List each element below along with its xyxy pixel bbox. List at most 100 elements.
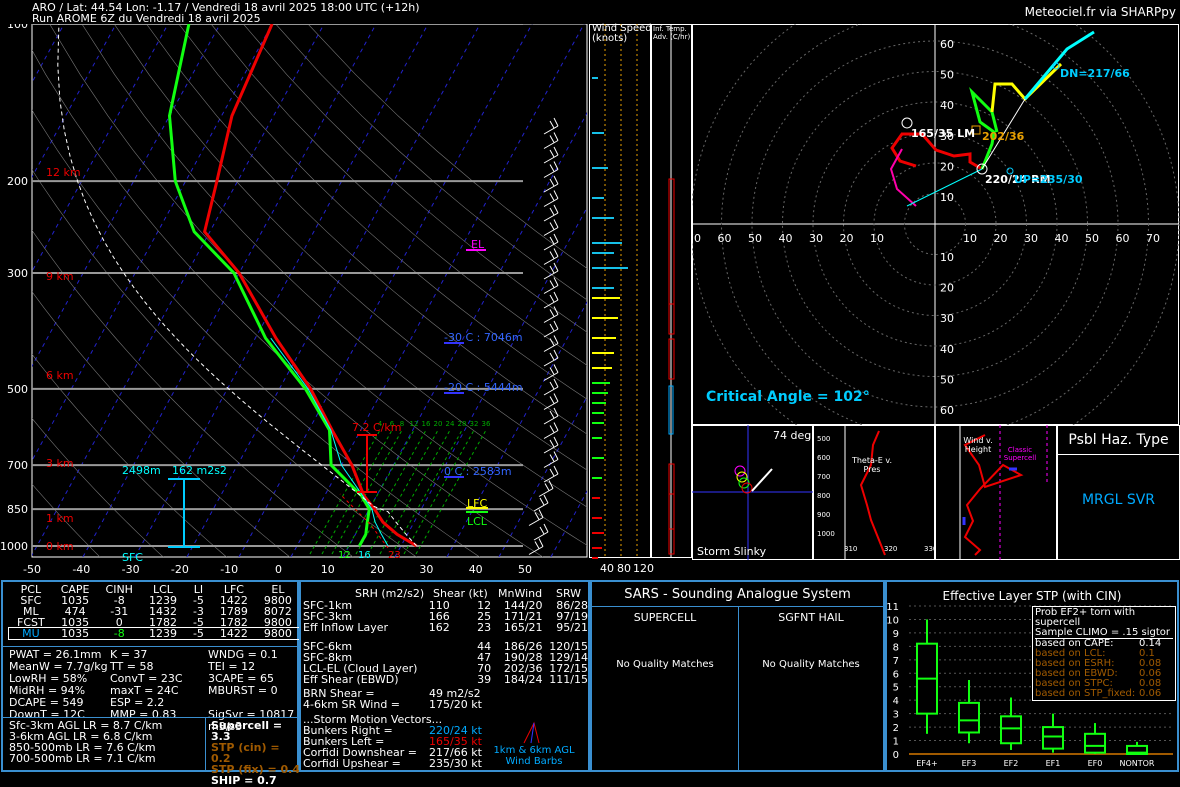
- storm-slinky-panel: [692, 425, 813, 560]
- lapse-row: 700-500mb LR = 7.1 C/km: [9, 752, 156, 765]
- parcel-table: PCL CAPE CINH LCL LI LFC EL SFC 1035 -8 1239 -5 142…: [8, 584, 301, 640]
- theta-x-tick: 310: [844, 545, 858, 553]
- hodo-ring-label: 20: [840, 232, 854, 245]
- pressure-label: 200: [7, 175, 28, 188]
- sfc-label: SFC: [122, 551, 143, 564]
- header-line2: Run AROME 6Z du Vendredi 18 avril 2025: [32, 12, 261, 25]
- hodo-ring-label: 50: [940, 373, 954, 386]
- index-value: MBURST = 0: [208, 684, 278, 697]
- stp-cin: STP (cin) = 0.2: [211, 741, 280, 765]
- hazard-value: MRGL SVR: [1081, 492, 1156, 508]
- stp-box: [1042, 726, 1064, 750]
- ws-tick-40: 40: [600, 562, 614, 575]
- stp-category: NONTOR: [1119, 759, 1154, 768]
- mixing-ratio-label: 12: [410, 420, 419, 428]
- pressure-label: 1000: [0, 540, 28, 553]
- kin-cell: 186/26: [503, 640, 543, 653]
- stp-box: [958, 701, 980, 734]
- temp-tick: -20: [171, 563, 189, 576]
- stp-category: EF2: [1004, 759, 1019, 768]
- kin-cell: 44: [477, 640, 492, 653]
- thermo-panel: PCL CAPE CINH LCL LI LFC EL SFC 1035 -8 1239 -5 142…: [1, 580, 301, 786]
- parcel-cell: 1239: [148, 627, 177, 640]
- mixing-ratio-label: 36: [482, 420, 491, 428]
- kin-cell: [417, 674, 449, 685]
- temp-tick: -40: [72, 563, 90, 576]
- kin-header: MnWind: [498, 587, 543, 600]
- kin-header: Shear (kt): [433, 587, 488, 600]
- classic-supercell: Classic Supercell: [1003, 446, 1037, 462]
- kin-cell: Eff Shear (EBWD): [303, 673, 399, 686]
- barbs-legend: 1km & 6km AGL Wind Barbs: [489, 745, 579, 767]
- mixing-ratio-label: 16: [422, 420, 431, 428]
- hodo-ring-label: 10: [963, 232, 977, 245]
- stp-ytick: 3: [893, 710, 899, 721]
- pressure-label: 700: [7, 459, 28, 472]
- hodo-ring-label: 60: [940, 38, 954, 51]
- hodo-ring-label: 60: [718, 232, 732, 245]
- stp-category: EF4+: [916, 759, 937, 768]
- kin-row: SFC-6km 44 186/26 120/15: [303, 637, 588, 652]
- hodo-ring-label: 30: [809, 232, 823, 245]
- kin-cell: [417, 663, 449, 674]
- parcel-cell: -5: [192, 627, 204, 640]
- stp-ytick: 10: [887, 615, 899, 626]
- theta-x-tick: 320: [884, 545, 898, 553]
- small-barbs-icon: [523, 721, 540, 744]
- legend-value: 0.06: [1139, 688, 1162, 699]
- iso-0-label: 0 C : 2583m: [444, 465, 512, 478]
- stp-ytick: 6: [893, 669, 899, 680]
- sars-col1: SUPERCELL: [633, 611, 697, 624]
- iso-m30-label: -30 C : 7046m: [444, 331, 523, 344]
- sfc-dew: 12: [338, 550, 351, 561]
- hodo-ring-label: 40: [779, 232, 793, 245]
- hodo-ring-label: 60: [1116, 232, 1130, 245]
- credit: Meteociel.fr via SHARPpy: [1024, 5, 1176, 19]
- sars-col2: SGFNT HAIL: [778, 611, 844, 624]
- skewt-chart: 1002003005007008501000 12 km9 km6 km3 km…: [0, 24, 588, 576]
- sfc-temp: 23: [388, 550, 401, 561]
- legend-label: based on STP_fixed:: [1035, 688, 1136, 699]
- stp-ytick: 11: [887, 602, 899, 613]
- temp-adv-panel: [651, 24, 692, 558]
- hodo-ring-label: 50: [748, 232, 762, 245]
- kin-cell: 111/15: [549, 673, 588, 686]
- pressure-label: 850: [7, 503, 28, 516]
- mean-wind-label: 202/36: [982, 130, 1025, 143]
- kin-cell: SFC-6km: [303, 640, 353, 653]
- supercell-comp: Supercell = 3.3: [211, 719, 283, 743]
- hodo-ring-label: 10: [870, 232, 884, 245]
- ship: SHIP = 0.7: [211, 774, 277, 787]
- height-label: 6 km: [46, 369, 74, 382]
- wind-height-title: Wind v. Height: [963, 436, 993, 454]
- stp-ytick: 1: [893, 737, 899, 748]
- el-label: EL: [471, 238, 485, 251]
- hodo-ring-label: 30: [940, 312, 954, 325]
- kin-cell: 165/21: [503, 621, 543, 634]
- hazard-panel: Psbl Haz. Type MRGL SVR: [1057, 425, 1180, 560]
- kin-cell: [417, 652, 449, 663]
- sars-none2: No Quality Matches: [762, 659, 860, 670]
- height-label: 0 km: [46, 540, 74, 553]
- temp-tick: 40: [469, 563, 483, 576]
- barbs-label2: Wind Barbs: [505, 756, 563, 767]
- critical-angle: Critical Angle = 102°: [706, 389, 870, 405]
- kinematic-table: SFC-1km 110 12 144/20 86/28 SFC-3km 166 25 171/2…: [303, 600, 588, 685]
- eff-height-label: 2498m: [122, 464, 161, 477]
- ws-tick-80: 80: [617, 562, 631, 575]
- temp-tick: -50: [23, 563, 41, 576]
- stp-box: [1000, 715, 1022, 745]
- hodo-ring-label: 60: [940, 404, 954, 417]
- pressure-label: 500: [7, 383, 28, 396]
- parcel-row: MU 1035 -8 1239 -5 1422 9800: [8, 627, 301, 640]
- height-label: 3 km: [46, 457, 74, 470]
- pressure-label: 300: [7, 267, 28, 280]
- hazard-title: Psbl Haz. Type: [1058, 426, 1179, 455]
- wind-speed-title: Wind Speed (knots): [592, 24, 652, 44]
- hodo-ring-label: 20: [994, 232, 1008, 245]
- pressure-label: 100: [7, 24, 28, 31]
- sars-none1: No Quality Matches: [616, 659, 714, 670]
- mixing-ratio-label: 24: [446, 420, 455, 428]
- temp-tick: 50: [518, 563, 532, 576]
- stp-category: EF1: [1046, 759, 1061, 768]
